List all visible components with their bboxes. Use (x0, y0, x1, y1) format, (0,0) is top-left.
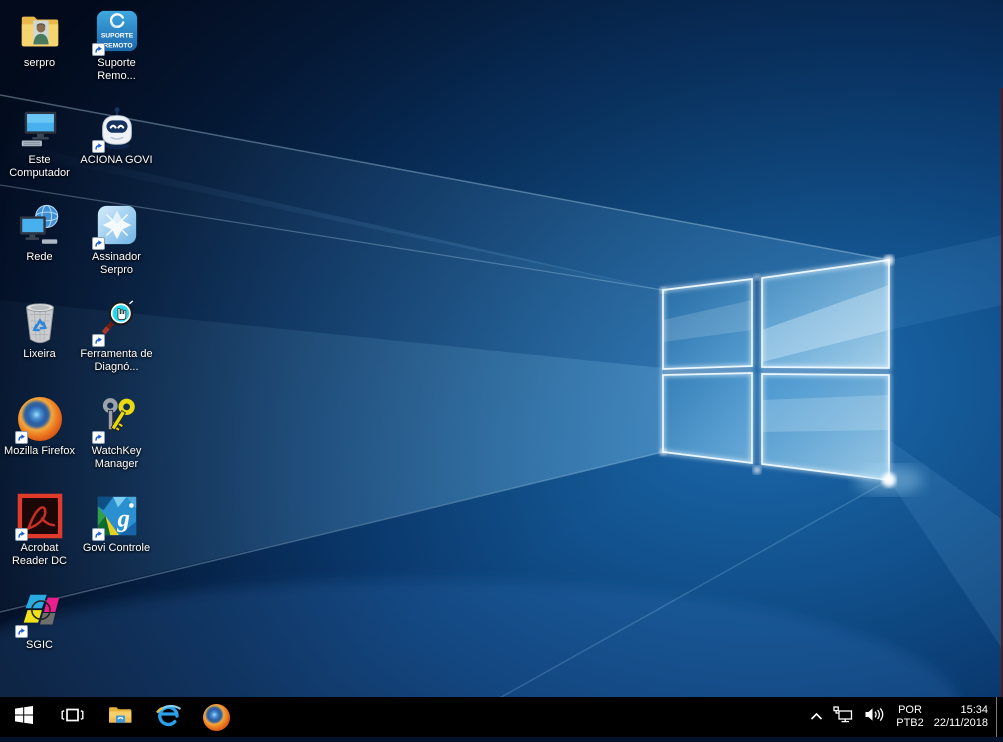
desktop-icon-label: Suporte Remo... (97, 57, 136, 82)
task-view-button[interactable] (48, 697, 96, 737)
firefox-icon (202, 703, 230, 731)
ie-icon (155, 701, 182, 733)
keys-icon (91, 395, 141, 444)
cmyk-plates-icon (14, 589, 64, 638)
network-globe-icon (16, 201, 64, 249)
tray-clock[interactable]: 15:34 22/11/2018 (930, 704, 996, 730)
shortcut-arrow-icon (14, 431, 28, 444)
svg-text:REMOTO: REMOTO (103, 42, 132, 49)
taskbar: POR PTB2 15:34 22/11/2018 (0, 697, 1003, 737)
windows-hero-logo (659, 255, 923, 494)
desktop-icon-sgic[interactable]: SGIC (1, 587, 78, 684)
network-status-icon (833, 706, 854, 728)
user-folder-icon (16, 7, 64, 55)
desktop-icon-mozilla-firefox[interactable]: Mozilla Firefox (1, 393, 78, 490)
desktop-icon-este-computador[interactable]: Este Computador (1, 102, 78, 199)
suporte-remoto-icon: SUPORTE REMOTO (91, 7, 141, 56)
shortcut-arrow-icon (91, 140, 105, 153)
firefox-icon (14, 395, 64, 444)
svg-text:g: g (116, 506, 129, 533)
desktop-icon-label: Acrobat Reader DC (11, 542, 68, 567)
desktop-icon-watchkey-manager[interactable]: WatchKey Manager (78, 393, 155, 490)
acrobat-icon (14, 492, 64, 541)
firefox-taskbar-button[interactable] (192, 697, 240, 737)
desktop-icon-serpro[interactable]: serpro (1, 5, 78, 102)
shortcut-arrow-icon (14, 625, 28, 638)
clock-date: 22/11/2018 (933, 717, 988, 729)
tray-chevron-button[interactable] (805, 697, 828, 737)
desktop-icon-ferramenta-diagnostico[interactable]: Ferramenta de Diagnó... (78, 296, 155, 393)
keyboard-layout-code: PTB2 (896, 717, 924, 729)
shortcut-arrow-icon (91, 237, 105, 250)
chevron-up-icon (810, 708, 823, 726)
shortcut-arrow-icon (91, 528, 105, 541)
tray-network-button[interactable] (828, 697, 859, 737)
desktop-icon-label: SGIC (26, 639, 53, 651)
desktop-icon-label: ACIONA GOVI (80, 154, 153, 166)
desktop-icon-acrobat-reader[interactable]: Acrobat Reader DC (1, 490, 78, 587)
magnifier-hand-icon (91, 298, 141, 347)
folder-icon (108, 704, 133, 730)
language-code: POR (898, 704, 922, 716)
desktop-icon-label: serpro (23, 57, 56, 69)
svg-text:SUPORTE: SUPORTE (100, 33, 133, 40)
desktop-icon-label: Rede (26, 251, 53, 263)
shortcut-arrow-icon (91, 334, 105, 347)
recycle-bin-icon (16, 298, 64, 346)
system-tray: POR PTB2 15:34 22/11/2018 (805, 697, 1003, 737)
govi-mosaic-icon: g (91, 492, 141, 541)
shortcut-arrow-icon (91, 43, 105, 56)
robot-icon (91, 104, 141, 153)
desktop-icon-label: Lixeira (23, 348, 56, 360)
desktop-icon-label: Mozilla Firefox (4, 445, 75, 457)
desktop-icon-label: Govi Controle (82, 542, 151, 554)
tray-language-indicator[interactable]: POR PTB2 (890, 704, 930, 730)
desktop-icon-label: WatchKey Manager (91, 445, 142, 470)
volume-icon (864, 706, 885, 728)
desktop-icon-assinador-serpro[interactable]: Assinador Serpro (78, 199, 155, 296)
clock-time: 15:34 (960, 704, 988, 716)
desktop-icon-label: Este Computador (9, 154, 70, 179)
show-desktop-button[interactable] (997, 697, 1003, 737)
desktop-icon-govi-controle[interactable]: g Govi Controle (78, 490, 155, 587)
desktop-icon-rede[interactable]: Rede (1, 199, 78, 296)
desktop-icon-suporte-remoto[interactable]: SUPORTE REMOTO Suporte Remo... (78, 5, 155, 102)
file-explorer-button[interactable] (96, 697, 144, 737)
task-view-icon (61, 706, 84, 729)
desktop-icon-label: Assinador Serpro (92, 251, 141, 276)
shortcut-arrow-icon (91, 431, 105, 444)
diamond-star-icon (91, 201, 141, 250)
internet-explorer-button[interactable] (144, 697, 192, 737)
windows-logo-icon (15, 705, 33, 729)
tray-volume-button[interactable] (859, 697, 890, 737)
this-pc-icon (16, 104, 64, 152)
desktop-icon-lixeira[interactable]: Lixeira (1, 296, 78, 393)
desktop-icon-grid: serpro Este Computador Rede Lixeira Mozi… (1, 5, 155, 684)
desktop-icon-aciona-govi[interactable]: ACIONA GOVI (78, 102, 155, 199)
desktop-icon-label: Ferramenta de Diagnó... (80, 348, 153, 373)
start-button[interactable] (0, 697, 48, 737)
shortcut-arrow-icon (14, 528, 28, 541)
